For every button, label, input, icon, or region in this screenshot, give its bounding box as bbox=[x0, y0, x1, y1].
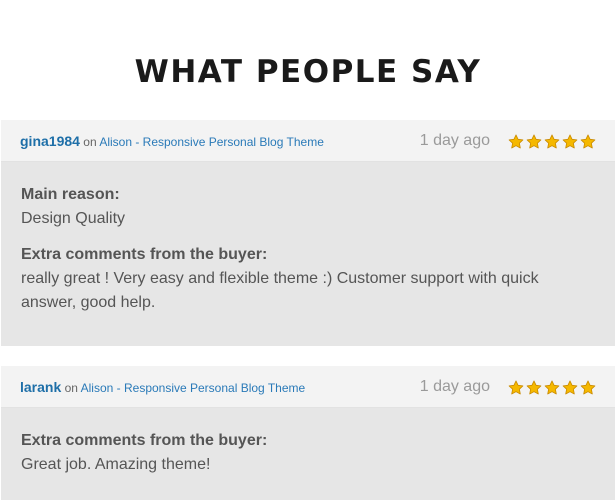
review-date: 1 day ago bbox=[419, 132, 490, 149]
star-icon bbox=[580, 380, 596, 395]
comments-label: Extra comments from the buyer: bbox=[21, 246, 268, 263]
comments-section: Extra comments from the buyer: Great job… bbox=[21, 429, 595, 477]
review-header: gina1984 on Alison - Responsive Personal… bbox=[1, 120, 615, 162]
review-card: larank on Alison - Responsive Personal B… bbox=[1, 366, 615, 500]
comments-section: Extra comments from the buyer: really gr… bbox=[21, 243, 595, 315]
review-meta: larank on Alison - Responsive Personal B… bbox=[20, 366, 305, 408]
star-icon bbox=[526, 380, 542, 395]
comments-label: Extra comments from the buyer: bbox=[21, 432, 268, 449]
review-date: 1 day ago bbox=[419, 378, 490, 395]
review-body: Main reason: Design Quality Extra commen… bbox=[1, 162, 615, 346]
comments-text: really great ! Very easy and flexible th… bbox=[21, 270, 539, 311]
reviewer-username-link[interactable]: gina1984 bbox=[20, 133, 80, 149]
review-header: larank on Alison - Responsive Personal B… bbox=[1, 366, 615, 408]
star-icon bbox=[562, 134, 578, 149]
star-icon bbox=[544, 380, 560, 395]
star-icon bbox=[562, 380, 578, 395]
on-text: on bbox=[64, 381, 78, 395]
main-reason-label: Main reason: bbox=[21, 186, 120, 203]
reviews-page: WHAT PEOPLE SAY gina1984 on Alison - Res… bbox=[0, 0, 616, 500]
main-reason-section: Main reason: Design Quality bbox=[21, 183, 595, 231]
review-meta: gina1984 on Alison - Responsive Personal… bbox=[20, 120, 324, 162]
star-rating bbox=[508, 380, 596, 396]
comments-text: Great job. Amazing theme! bbox=[21, 456, 211, 473]
product-link[interactable]: Alison - Responsive Personal Blog Theme bbox=[99, 135, 324, 149]
review-body: Extra comments from the buyer: Great job… bbox=[1, 408, 615, 500]
star-icon bbox=[526, 134, 542, 149]
page-title: WHAT PEOPLE SAY bbox=[134, 54, 482, 90]
star-rating bbox=[508, 134, 596, 150]
main-reason-value: Design Quality bbox=[21, 210, 126, 227]
product-link[interactable]: Alison - Responsive Personal Blog Theme bbox=[81, 381, 306, 395]
reviewer-username-link[interactable]: larank bbox=[20, 379, 61, 395]
star-icon bbox=[508, 380, 524, 395]
star-icon bbox=[508, 134, 524, 149]
on-text: on bbox=[83, 135, 97, 149]
star-icon bbox=[580, 134, 596, 149]
review-card: gina1984 on Alison - Responsive Personal… bbox=[1, 120, 615, 346]
star-icon bbox=[544, 134, 560, 149]
